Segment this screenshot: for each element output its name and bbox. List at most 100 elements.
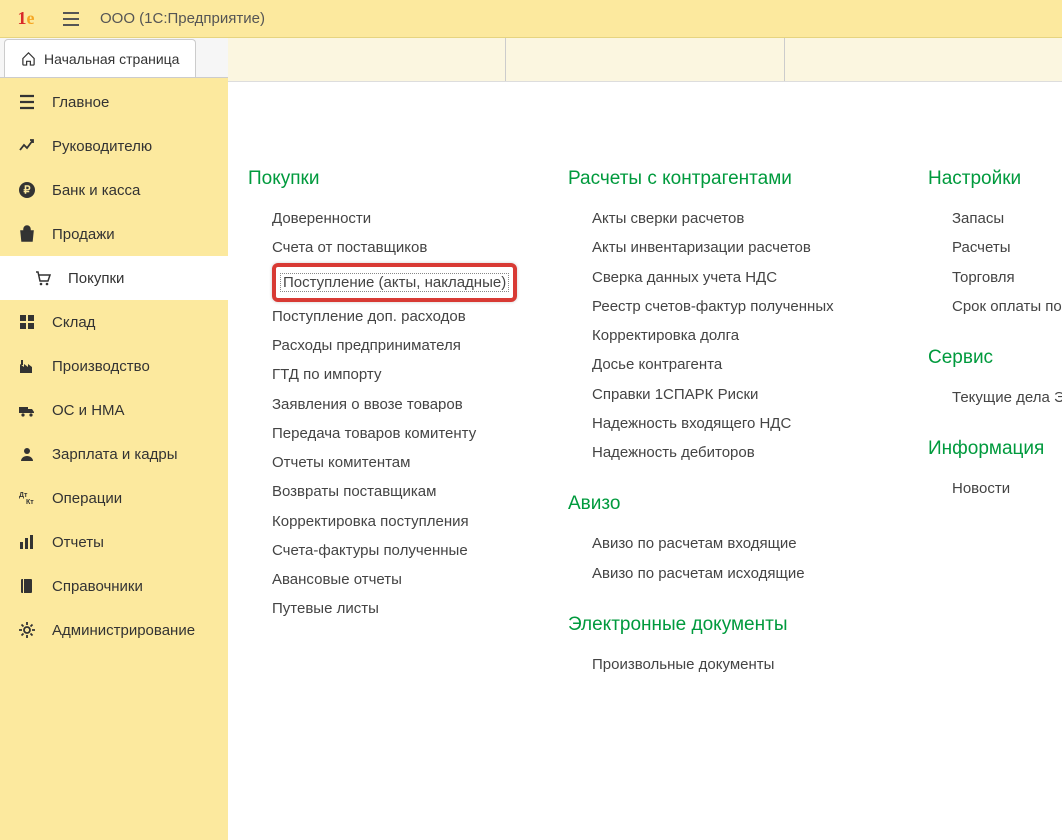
menu-item[interactable]: Авизо по расчетам исходящие [592, 559, 868, 588]
sidebar-item-11[interactable]: Справочники [0, 564, 228, 608]
sidebar: Начальная страница Главное Руководителю ₽ Б… [0, 38, 228, 840]
menu-item[interactable]: Счета от поставщиков [272, 233, 508, 262]
menu-item[interactable]: Надежность дебиторов [592, 438, 868, 467]
menu-item[interactable]: Поступление (акты, накладные) [272, 263, 508, 302]
home-tab-label: Начальная страница [44, 51, 179, 67]
boxes-icon [18, 313, 36, 331]
menu-item[interactable]: Срок оплаты постав [952, 292, 1062, 321]
menu-item[interactable]: Корректировка поступления [272, 507, 508, 536]
sidebar-item-12[interactable]: Администрирование [0, 608, 228, 652]
section-title[interactable]: Электронные документы [568, 614, 868, 636]
section-title[interactable]: Сервис [928, 347, 1062, 369]
sidebar-item-4[interactable]: Покупки [0, 256, 228, 300]
section-title[interactable]: Покупки [248, 168, 508, 190]
menu-item[interactable]: Авансовые отчеты [272, 565, 508, 594]
sidebar-item-label: Администрирование [52, 622, 195, 639]
list-icon [18, 93, 36, 111]
home-icon [21, 51, 36, 66]
menu-item[interactable]: Корректировка долга [592, 321, 868, 350]
sidebar-item-label: ОС и НМА [52, 402, 125, 419]
menu-item[interactable]: Счета-фактуры полученные [272, 536, 508, 565]
section-items: Текущие дела ЭДО [928, 383, 1062, 412]
section-items: Авизо по расчетам входящиеАвизо по расче… [568, 529, 868, 588]
menu-item[interactable]: Справки 1СПАРК Риски [592, 380, 868, 409]
menu-item[interactable]: Расчеты [952, 233, 1062, 262]
gear-icon [18, 621, 36, 639]
section: Авизо Авизо по расчетам входящиеАвизо по … [568, 493, 868, 588]
sidebar-item-6[interactable]: Производство [0, 344, 228, 388]
tab-row: Начальная страница [0, 38, 228, 78]
section-items: Новости [928, 474, 1062, 503]
section-title[interactable]: Настройки [928, 168, 1062, 190]
cart-icon [34, 269, 52, 287]
svg-text:Дт: Дт [19, 492, 28, 499]
section-items: ДоверенностиСчета от поставщиков Поступле… [248, 204, 508, 624]
sidebar-item-10[interactable]: Отчеты [0, 520, 228, 564]
menu-item[interactable]: Авизо по расчетам входящие [592, 529, 868, 558]
content-column-1: Расчеты с контрагентами Акты сверки расче… [568, 168, 868, 705]
logo-1c: 1e [10, 3, 42, 35]
section-items: Произвольные документы [568, 650, 868, 679]
sidebar-item-8[interactable]: Зарплата и кадры [0, 432, 228, 476]
menu-item[interactable]: Заявления о ввозе товаров [272, 390, 508, 419]
sidebar-item-label: Главное [52, 94, 109, 111]
sidebar-item-label: Склад [52, 314, 95, 331]
sidebar-item-label: Зарплата и кадры [52, 446, 178, 463]
section-items: Акты сверки расчетовАкты инвентаризации … [568, 204, 868, 467]
section: Электронные документы Произвольные докуме… [568, 614, 868, 679]
section-title[interactable]: Авизо [568, 493, 868, 515]
content-column-2: Настройки ЗапасыРасчетыТорговляСрок оплат… [928, 168, 1062, 705]
sidebar-item-5[interactable]: Склад [0, 300, 228, 344]
menu-item[interactable]: Передача товаров комитенту [272, 419, 508, 448]
bar-chart-icon [18, 533, 36, 551]
menu-item[interactable]: Путевые листы [272, 594, 508, 623]
sidebar-item-1[interactable]: Руководителю [0, 124, 228, 168]
ruble-icon: ₽ [18, 181, 36, 199]
menu-item[interactable]: Досье контрагента [592, 350, 868, 379]
content-area: Покупки ДоверенностиСчета от поставщиков П… [228, 38, 1062, 840]
sidebar-item-label: Продажи [52, 226, 115, 243]
menu-item[interactable]: Реестр счетов-фактур полученных [592, 292, 868, 321]
menu-item[interactable]: Произвольные документы [592, 650, 868, 679]
menu-item[interactable]: Текущие дела ЭДО [952, 383, 1062, 412]
menu-item[interactable]: Возвраты поставщикам [272, 477, 508, 506]
bag-icon [18, 225, 36, 243]
menu-item[interactable]: Акты сверки расчетов [592, 204, 868, 233]
menu-item[interactable]: Поступление доп. расходов [272, 302, 508, 331]
menu-item[interactable]: ГТД по импорту [272, 360, 508, 389]
menu-item[interactable]: Расходы предпринимателя [272, 331, 508, 360]
home-tab[interactable]: Начальная страница [4, 39, 196, 77]
main-menu-button[interactable] [56, 4, 86, 34]
section-title[interactable]: Информация [928, 438, 1062, 460]
sidebar-item-7[interactable]: ОС и НМА [0, 388, 228, 432]
menu-item-label: Поступление (акты, накладные) [280, 273, 509, 292]
sidebar-item-label: Операции [52, 490, 122, 507]
sidebar-item-label: Руководителю [52, 138, 152, 155]
dtkt-icon: ДтКт [18, 489, 36, 507]
menu-item[interactable]: Доверенности [272, 204, 508, 233]
menu-item[interactable]: Торговля [952, 263, 1062, 292]
svg-text:Кт: Кт [26, 499, 34, 506]
sidebar-item-label: Справочники [52, 578, 143, 595]
sidebar-item-label: Покупки [68, 270, 124, 287]
factory-icon [18, 357, 36, 375]
sidebar-item-2[interactable]: ₽ Банк и касса [0, 168, 228, 212]
menu-item[interactable]: Отчеты комитентам [272, 448, 508, 477]
nav-list: Главное Руководителю ₽ Банк и касса Продажи П… [0, 78, 228, 652]
sidebar-item-3[interactable]: Продажи [0, 212, 228, 256]
section: Настройки ЗапасыРасчетыТорговляСрок оплат… [928, 168, 1062, 321]
menu-item[interactable]: Новости [952, 474, 1062, 503]
section-title[interactable]: Расчеты с контрагентами [568, 168, 868, 190]
sidebar-item-0[interactable]: Главное [0, 80, 228, 124]
chart-line-icon [18, 137, 36, 155]
section: Расчеты с контрагентами Акты сверки расче… [568, 168, 868, 467]
section: Информация Новости [928, 438, 1062, 503]
menu-item[interactable]: Запасы [952, 204, 1062, 233]
sidebar-item-label: Банк и касса [52, 182, 140, 199]
sidebar-item-9[interactable]: ДтКт Операции [0, 476, 228, 520]
book-icon [18, 577, 36, 595]
menu-item[interactable]: Надежность входящего НДС [592, 409, 868, 438]
content-column-0: Покупки ДоверенностиСчета от поставщиков П… [248, 168, 508, 705]
menu-item[interactable]: Акты инвентаризации расчетов [592, 233, 868, 262]
menu-item[interactable]: Сверка данных учета НДС [592, 263, 868, 292]
